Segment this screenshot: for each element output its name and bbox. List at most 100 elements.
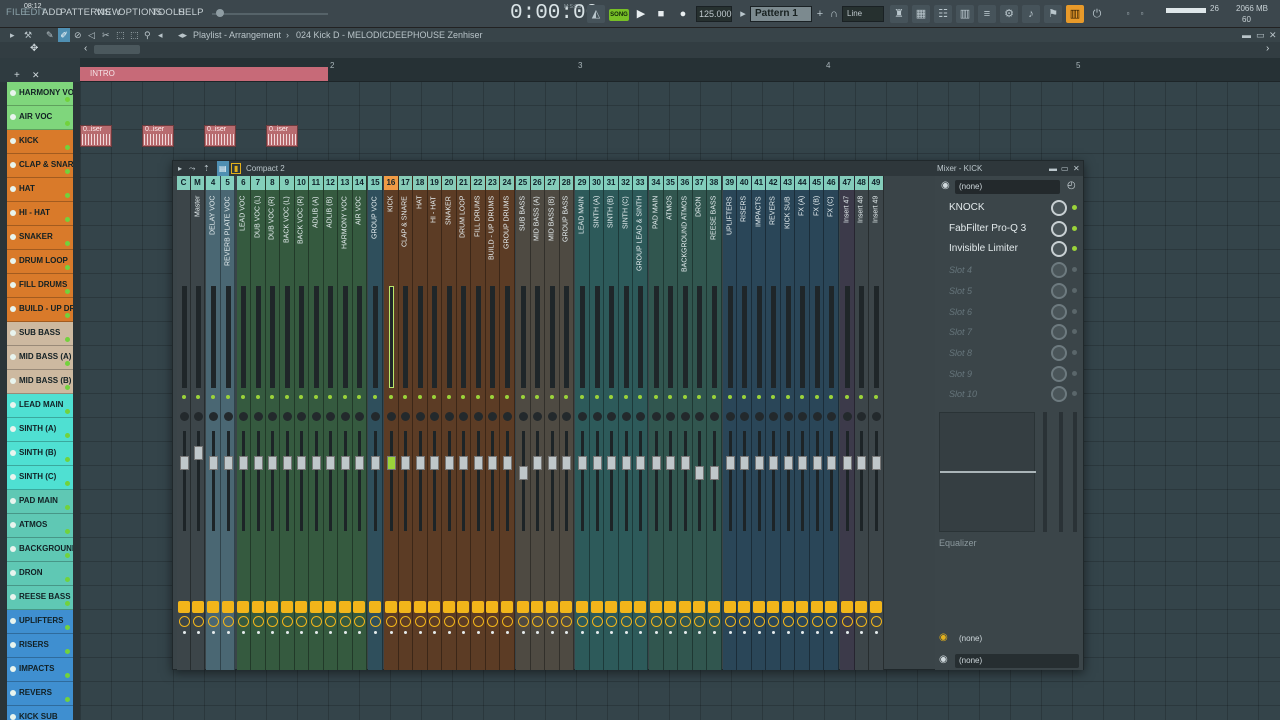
enable-led-icon[interactable] <box>504 395 509 399</box>
pan-knob[interactable] <box>740 412 750 421</box>
enable-led-icon[interactable] <box>814 395 819 399</box>
volume-fader[interactable] <box>695 466 705 480</box>
stereo-icon[interactable] <box>208 616 220 627</box>
enable-led-icon[interactable] <box>535 395 540 399</box>
pan-knob[interactable] <box>725 412 735 421</box>
volume-fader[interactable] <box>740 456 750 470</box>
route-switch-icon[interactable] <box>295 601 308 613</box>
stereo-icon[interactable] <box>487 616 499 627</box>
enable-led-icon[interactable] <box>475 395 480 399</box>
mixer-strip[interactable]: 27 MID BASS (B) <box>545 176 560 670</box>
mixer-strip[interactable]: 33 GROUP LEAD & SINTH <box>633 176 648 670</box>
route-switch-icon[interactable] <box>177 601 190 613</box>
mix-knob-icon[interactable] <box>1051 262 1067 279</box>
pattern-selector[interactable]: Pattern 1 <box>750 6 812 22</box>
slot-led-icon[interactable] <box>1072 370 1077 376</box>
enable-led-icon[interactable] <box>859 395 864 399</box>
stereo-icon[interactable] <box>339 616 351 627</box>
stereo-icon[interactable] <box>532 616 544 627</box>
select-icon[interactable]: ⬚ <box>116 28 125 42</box>
track-led-icon[interactable] <box>65 529 70 534</box>
plugin-picker-icon[interactable]: ⚙ <box>1000 5 1018 23</box>
pan-knob[interactable] <box>311 412 321 421</box>
slot-led-icon[interactable] <box>1072 205 1077 210</box>
send-dot-icon[interactable] <box>462 631 466 634</box>
mixer-strip[interactable]: 7 DUB VOC (L) <box>251 176 266 670</box>
track-header[interactable]: LEAD MAIN <box>7 394 73 418</box>
enable-led-icon[interactable] <box>594 395 599 399</box>
input-icon[interactable]: ◉ <box>939 654 948 665</box>
route-switch-icon[interactable] <box>237 601 250 613</box>
volume-fader[interactable] <box>592 456 602 470</box>
route-switch-icon[interactable] <box>191 601 204 613</box>
mixer-strip[interactable]: 38 REESE BASS <box>707 176 722 670</box>
mixer-strip[interactable]: 44 FX (A) <box>795 176 810 670</box>
enable-led-icon[interactable] <box>195 395 200 399</box>
magnifier-icon[interactable]: ⚲ <box>144 28 151 42</box>
mixer-strip[interactable]: 14 AIR VOC <box>352 176 368 670</box>
enable-led-icon[interactable] <box>668 395 673 399</box>
route-switch-icon[interactable] <box>560 601 573 613</box>
track-mute-icon[interactable] <box>10 714 16 720</box>
snap-selector[interactable]: Line <box>842 6 884 22</box>
mixer-strip[interactable]: 19 HI - HAT <box>427 176 443 670</box>
pan-knob[interactable] <box>340 412 350 421</box>
pan-knob[interactable] <box>282 412 292 421</box>
mixer-strip[interactable]: 39 UPLIFTERS <box>722 176 738 670</box>
track-header[interactable]: HAT <box>7 178 73 202</box>
enable-led-icon[interactable] <box>711 395 716 399</box>
mixer-strip[interactable]: 35 ATMOS <box>663 176 679 670</box>
send-dot-icon[interactable] <box>285 631 289 634</box>
volume-fader[interactable] <box>502 456 512 470</box>
mixer-strip[interactable]: 4 DELAY VOC <box>206 176 221 670</box>
send-dot-icon[interactable] <box>624 631 628 634</box>
mix-knob-icon[interactable] <box>1051 324 1067 341</box>
send-dot-icon[interactable] <box>830 631 834 634</box>
enable-led-icon[interactable] <box>181 395 186 399</box>
route-switch-icon[interactable] <box>207 601 220 613</box>
volume-fader[interactable] <box>488 456 498 470</box>
send-dot-icon[interactable] <box>757 631 761 634</box>
volume-fader[interactable] <box>209 456 219 470</box>
mixer-strip[interactable]: 32 SINTH (C) <box>618 176 634 670</box>
enable-led-icon[interactable] <box>609 395 614 399</box>
pan-knob[interactable] <box>621 412 631 421</box>
send-dot-icon[interactable] <box>256 631 260 634</box>
mixer-strip[interactable]: 25 SUB BASS <box>516 176 531 670</box>
send-dot-icon[interactable] <box>242 631 246 634</box>
stereo-icon[interactable] <box>826 616 838 627</box>
enable-led-icon[interactable] <box>727 395 732 399</box>
eq-fader-2[interactable] <box>1059 412 1063 532</box>
volume-fader[interactable] <box>769 456 779 470</box>
slice-icon[interactable]: ✂ <box>102 28 110 42</box>
route-switch-icon[interactable] <box>796 601 809 613</box>
track-mute-icon[interactable] <box>10 618 16 624</box>
eq-fader-1[interactable] <box>1043 412 1047 532</box>
mixer-strip[interactable]: M Master <box>191 176 205 670</box>
enable-led-icon[interactable] <box>742 395 747 399</box>
add-pattern-icon[interactable]: + <box>814 5 826 23</box>
pan-knob[interactable] <box>651 412 661 421</box>
volume-fader[interactable] <box>239 456 249 470</box>
pan-knob[interactable] <box>695 412 705 421</box>
volume-fader[interactable] <box>297 456 307 470</box>
track-led-icon[interactable] <box>65 193 70 198</box>
channel-rack-icon[interactable]: ☷ <box>934 5 952 23</box>
track-mute-icon[interactable] <box>10 666 16 672</box>
volume-fader[interactable] <box>709 466 719 480</box>
enable-led-icon[interactable] <box>623 395 628 399</box>
mixer-strip[interactable]: 30 SINTH (A) <box>589 176 605 670</box>
volume-fader[interactable] <box>636 456 646 470</box>
stereo-icon[interactable] <box>414 616 426 627</box>
track-mute-icon[interactable] <box>10 594 16 600</box>
pan-knob[interactable] <box>473 412 483 421</box>
mix-knob-icon[interactable] <box>1051 282 1067 299</box>
track-header[interactable]: SNAKER <box>7 226 73 250</box>
track-header[interactable]: UPLIFTERS <box>7 610 73 634</box>
eq-fader-3[interactable] <box>1073 412 1077 532</box>
track-led-icon[interactable] <box>65 697 70 702</box>
mix-knob-icon[interactable] <box>1051 200 1067 216</box>
volume-fader[interactable] <box>415 456 425 470</box>
track-mute-icon[interactable] <box>10 282 16 288</box>
track-led-icon[interactable] <box>65 121 70 126</box>
